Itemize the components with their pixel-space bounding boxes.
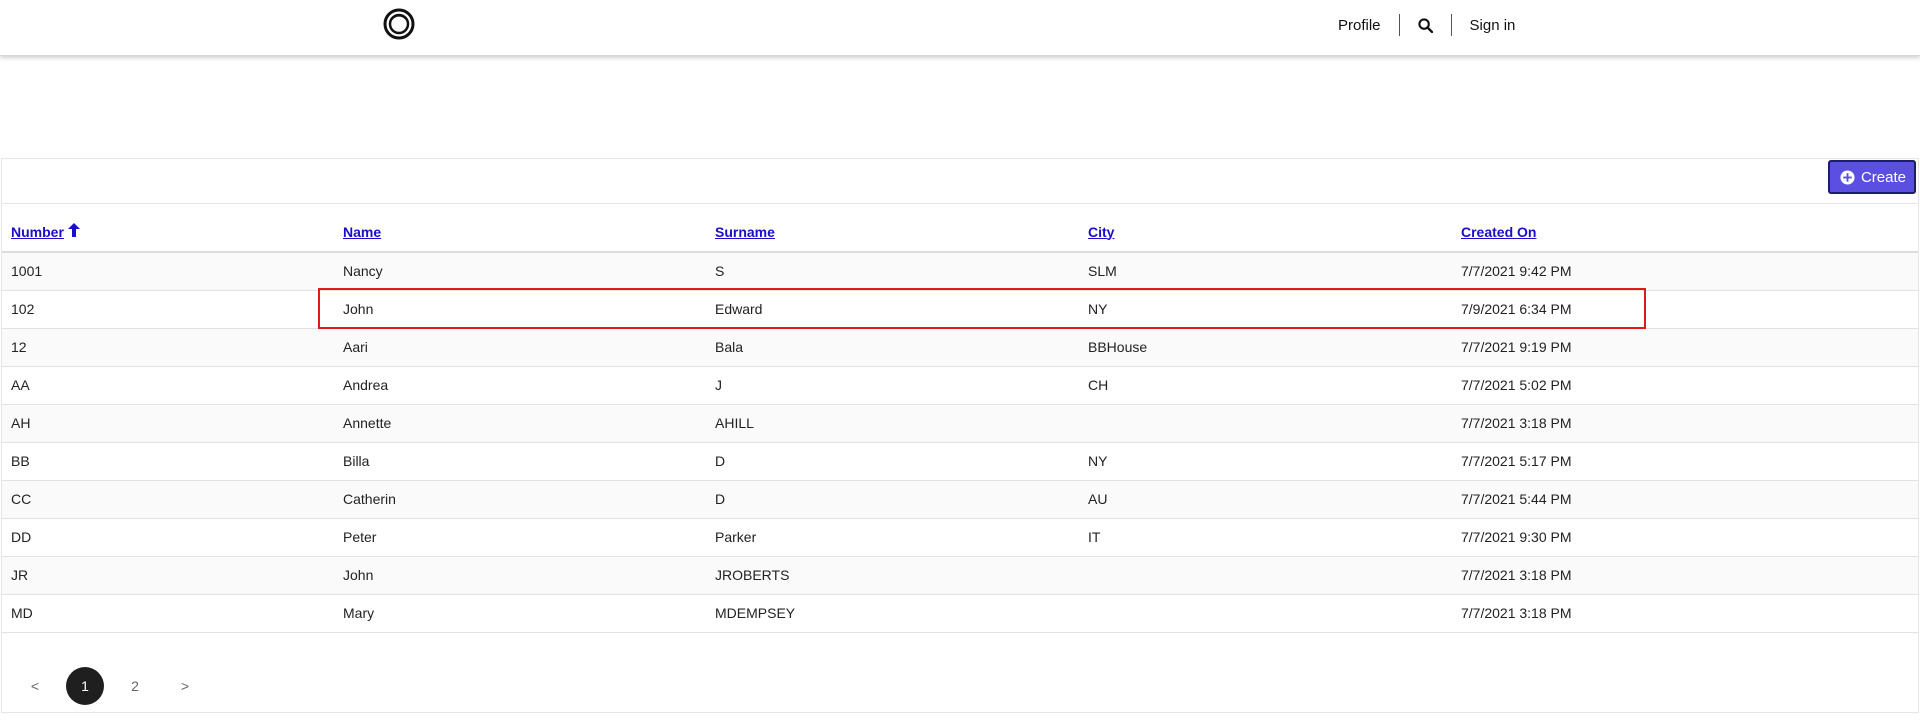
ring-logo-icon[interactable] <box>382 7 416 41</box>
cell-created-on: 7/9/2021 6:34 PM <box>1452 290 1918 329</box>
header-nav: Profile Sign in <box>1320 0 1533 50</box>
cell-surname: J <box>706 366 1079 405</box>
table-row[interactable]: AA Andrea J CH 7/7/2021 5:02 PM <box>2 366 1918 405</box>
cell-created-on: 7/7/2021 9:30 PM <box>1452 518 1918 557</box>
cell-number: CC <box>2 480 334 519</box>
sort-by-created-on-link[interactable]: Created On <box>1461 224 1536 240</box>
cell-number: 1001 <box>2 252 334 291</box>
sign-in-link[interactable]: Sign in <box>1452 17 1534 34</box>
sort-by-city-link[interactable]: City <box>1088 224 1114 240</box>
cell-city: AU <box>1079 480 1452 519</box>
cell-number: DD <box>2 518 334 557</box>
cell-number: BB <box>2 442 334 481</box>
cell-number: 12 <box>2 328 334 367</box>
cell-created-on: 7/7/2021 9:42 PM <box>1452 252 1918 291</box>
table-row[interactable]: JR John JROBERTS 7/7/2021 3:18 PM <box>2 556 1918 595</box>
column-header-city: City <box>1079 204 1452 253</box>
cell-created-on: 7/7/2021 5:02 PM <box>1452 366 1918 405</box>
cell-number: AA <box>2 366 334 405</box>
cell-city <box>1079 594 1452 633</box>
next-page-button[interactable]: > <box>166 667 204 705</box>
cell-surname: MDEMPSEY <box>706 594 1079 633</box>
table-row[interactable]: BB Billa D NY 7/7/2021 5:17 PM <box>2 442 1918 481</box>
search-icon[interactable] <box>1400 17 1451 33</box>
plus-circle-icon <box>1840 169 1855 185</box>
cell-name: Aari <box>334 328 706 367</box>
table-row[interactable]: MD Mary MDEMPSEY 7/7/2021 3:18 PM <box>2 594 1918 633</box>
cell-surname: D <box>706 480 1079 519</box>
table-header-row: Number Name Surname City Created On <box>2 204 1918 253</box>
cell-created-on: 7/7/2021 3:18 PM <box>1452 556 1918 595</box>
cell-city: CH <box>1079 366 1452 405</box>
records-table: Number Name Surname City Created On 1001… <box>2 204 1918 633</box>
sort-by-name-link[interactable]: Name <box>343 224 381 240</box>
records-grid-panel: Create Number Name Surname City Created … <box>1 158 1919 713</box>
cell-surname: Parker <box>706 518 1079 557</box>
create-button-label: Create <box>1860 168 1906 186</box>
profile-link[interactable]: Profile <box>1320 17 1399 34</box>
column-header-surname: Surname <box>706 204 1079 253</box>
column-header-name: Name <box>334 204 706 253</box>
table-row[interactable]: 102 John Edward NY 7/9/2021 6:34 PM <box>2 290 1918 329</box>
cell-surname: Edward <box>706 290 1079 329</box>
cell-created-on: 7/7/2021 5:17 PM <box>1452 442 1918 481</box>
cell-number: MD <box>2 594 334 633</box>
cell-city: NY <box>1079 290 1452 329</box>
cell-number: AH <box>2 404 334 443</box>
cell-surname: Bala <box>706 328 1079 367</box>
cell-surname: S <box>706 252 1079 291</box>
table-row[interactable]: CC Catherin D AU 7/7/2021 5:44 PM <box>2 480 1918 519</box>
sort-by-surname-link[interactable]: Surname <box>715 224 775 240</box>
cell-number: JR <box>2 556 334 595</box>
cell-city <box>1079 556 1452 595</box>
cell-surname: D <box>706 442 1079 481</box>
cell-name: John <box>334 290 706 329</box>
cell-city: NY <box>1079 442 1452 481</box>
cell-name: Catherin <box>334 480 706 519</box>
sort-by-number-link[interactable]: Number <box>11 223 80 240</box>
previous-page-button[interactable]: < <box>16 667 54 705</box>
top-nav-bar: Profile Sign in <box>0 0 1920 56</box>
cell-created-on: 7/7/2021 9:19 PM <box>1452 328 1918 367</box>
grid-toolbar: Create <box>2 159 1918 204</box>
cell-city: BBHouse <box>1079 328 1452 367</box>
column-header-number: Number <box>2 204 334 253</box>
table-row[interactable]: AH Annette AHILL 7/7/2021 3:18 PM <box>2 404 1918 443</box>
table-row[interactable]: 1001 Nancy S SLM 7/7/2021 9:42 PM <box>2 252 1918 291</box>
table-row[interactable]: 12 Aari Bala BBHouse 7/7/2021 9:19 PM <box>2 328 1918 367</box>
cell-surname: AHILL <box>706 404 1079 443</box>
cell-name: Annette <box>334 404 706 443</box>
cell-surname: JROBERTS <box>706 556 1079 595</box>
cell-name: John <box>334 556 706 595</box>
create-button[interactable]: Create <box>1827 160 1916 194</box>
cell-name: Nancy <box>334 252 706 291</box>
cell-number: 102 <box>2 290 334 329</box>
page-button-1[interactable]: 1 <box>66 667 104 705</box>
cell-created-on: 7/7/2021 3:18 PM <box>1452 404 1918 443</box>
sort-ascending-arrow-icon <box>67 223 80 240</box>
cell-city: IT <box>1079 518 1452 557</box>
cell-city: SLM <box>1079 252 1452 291</box>
cell-created-on: 7/7/2021 3:18 PM <box>1452 594 1918 633</box>
cell-created-on: 7/7/2021 5:44 PM <box>1452 480 1918 519</box>
cell-name: Andrea <box>334 366 706 405</box>
column-header-created-on: Created On <box>1452 204 1918 253</box>
cell-name: Mary <box>334 594 706 633</box>
cell-city <box>1079 404 1452 443</box>
table-row[interactable]: DD Peter Parker IT 7/7/2021 9:30 PM <box>2 518 1918 557</box>
cell-name: Billa <box>334 442 706 481</box>
page-button-2[interactable]: 2 <box>116 667 154 705</box>
cell-name: Peter <box>334 518 706 557</box>
pagination: < 1 2 > <box>16 667 216 705</box>
